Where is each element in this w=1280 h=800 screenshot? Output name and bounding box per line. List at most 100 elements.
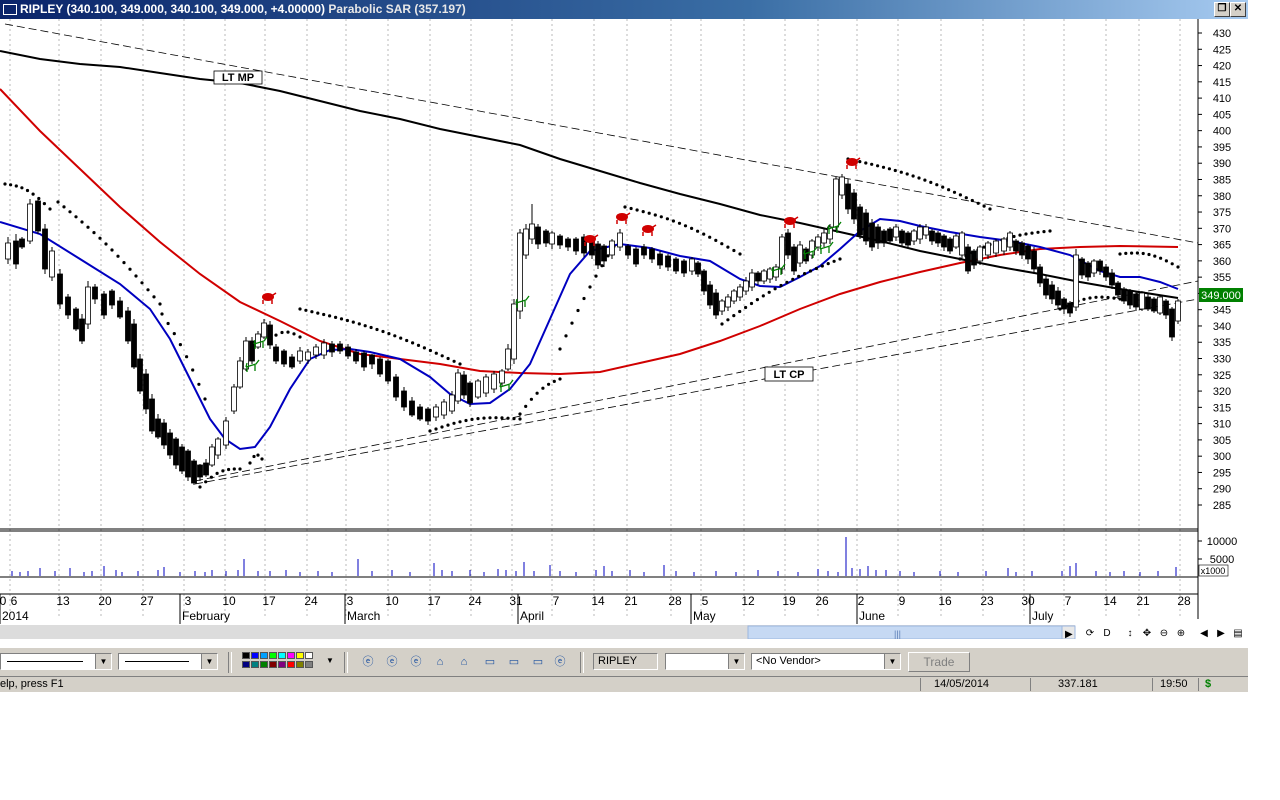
window-system-icon[interactable] bbox=[3, 4, 17, 15]
candle-body bbox=[57, 273, 63, 305]
candle-body bbox=[455, 372, 461, 402]
line-width-select[interactable]: ▼ bbox=[118, 653, 218, 670]
candle-body bbox=[625, 245, 631, 256]
window-list-icon[interactable]: ▤ bbox=[1230, 626, 1246, 642]
volume-tick-label: 5000 bbox=[1210, 554, 1234, 566]
color-palette[interactable] bbox=[242, 652, 324, 672]
candle-body bbox=[385, 360, 391, 382]
web-icon[interactable]: ⓔ bbox=[552, 654, 568, 670]
candle-body bbox=[209, 446, 215, 466]
date-tick-label: 30 bbox=[1021, 594, 1035, 608]
chart-scrollbar[interactable]: ||| ▶ bbox=[0, 625, 1076, 640]
candle-body bbox=[13, 240, 19, 265]
candle-body bbox=[137, 358, 143, 392]
chart-area[interactable]: 430 425 420 415 410 405 400 395 390 385 380 375 370 3… bbox=[0, 19, 1248, 640]
periodicity-button[interactable]: D bbox=[1099, 626, 1115, 642]
web-icon[interactable]: ⓔ bbox=[360, 654, 376, 670]
chevron-down-icon[interactable]: ▼ bbox=[95, 654, 111, 669]
candle-body bbox=[1145, 296, 1151, 310]
scrollbar-thumb bbox=[747, 625, 1063, 640]
candle-body bbox=[743, 280, 749, 292]
sar-dot bbox=[286, 330, 290, 334]
periodicity-select[interactable]: ▼ bbox=[665, 653, 745, 670]
candle-body bbox=[179, 446, 185, 472]
candle-body bbox=[337, 343, 343, 352]
month-label: July bbox=[1032, 609, 1053, 623]
line-style-select[interactable]: ▼ bbox=[0, 653, 112, 670]
candle-body bbox=[1103, 266, 1109, 278]
sar-dot bbox=[399, 336, 403, 340]
sar-dot bbox=[238, 467, 242, 471]
web-icon[interactable]: ⓔ bbox=[408, 654, 424, 670]
date-tick-label: 19 bbox=[782, 594, 796, 608]
price-tick-label: 315 bbox=[1213, 402, 1231, 414]
candle-body bbox=[197, 464, 203, 478]
chevron-down-icon[interactable]: ▼ bbox=[728, 654, 744, 669]
zoom-in-icon[interactable]: ⊕ bbox=[1173, 626, 1189, 642]
sar-dot bbox=[252, 454, 256, 459]
candle-body bbox=[345, 346, 351, 357]
scroll-right-icon[interactable]: ▶ bbox=[1213, 626, 1229, 642]
symbol-field[interactable]: RIPLEY bbox=[593, 653, 658, 670]
sar-dot bbox=[152, 295, 156, 299]
layout-icon[interactable]: ▭ bbox=[506, 654, 522, 670]
sar-dot bbox=[535, 391, 539, 395]
sar-dot bbox=[958, 257, 962, 261]
chevron-down-icon[interactable]: ▼ bbox=[884, 654, 900, 669]
vendor-select[interactable]: <No Vendor> ▼ bbox=[751, 653, 901, 670]
sar-dot bbox=[488, 416, 492, 420]
price-tick-label: 355 bbox=[1213, 272, 1231, 284]
title-text: RIPLEY (340.100, 349.000, 340.100, 349.0… bbox=[20, 0, 466, 19]
sar-dot bbox=[732, 314, 736, 318]
candle-body bbox=[461, 374, 467, 396]
trade-button[interactable]: Trade bbox=[908, 652, 970, 672]
candle-body bbox=[483, 376, 489, 394]
chart-icon[interactable]: ⌂ bbox=[432, 654, 448, 670]
price-chart[interactable]: 4304254204154104054003953903853803753703… bbox=[0, 19, 1248, 640]
candle-body bbox=[321, 342, 327, 356]
sar-dot bbox=[702, 232, 706, 236]
candle-body bbox=[167, 432, 173, 456]
month-label: 2014 bbox=[2, 609, 29, 623]
volume-multiplier: x1000 bbox=[1198, 564, 1229, 577]
candle-body bbox=[839, 176, 845, 196]
close-icon[interactable]: ✕ bbox=[1230, 2, 1246, 17]
date-tick-label: 10 bbox=[222, 594, 236, 608]
palette-dropdown-icon[interactable]: ▼ bbox=[326, 656, 334, 665]
vertical-scale-icon[interactable]: ↕ bbox=[1122, 626, 1138, 642]
sar-dot bbox=[191, 368, 195, 372]
sar-dot bbox=[970, 198, 974, 203]
pan-icon[interactable]: ✥ bbox=[1139, 626, 1155, 642]
sar-dot bbox=[941, 185, 945, 189]
chart-window-titlebar[interactable]: RIPLEY (340.100, 349.000, 340.100, 349.0… bbox=[0, 0, 1248, 19]
date-tick-label: 17 bbox=[262, 594, 276, 608]
sar-dot bbox=[20, 186, 24, 190]
candle-body bbox=[517, 232, 523, 312]
chevron-down-icon[interactable]: ▼ bbox=[201, 654, 217, 669]
refresh-icon[interactable]: ⟳ bbox=[1082, 626, 1098, 642]
price-tick-label: 360 bbox=[1213, 256, 1231, 268]
zoom-out-icon[interactable]: ⊖ bbox=[1156, 626, 1172, 642]
sar-dot bbox=[923, 178, 927, 182]
candle-body bbox=[475, 380, 481, 398]
candle-body bbox=[633, 248, 639, 265]
restore-icon[interactable]: ❐ bbox=[1214, 2, 1230, 17]
sar-dot bbox=[588, 285, 592, 289]
candle-body bbox=[1001, 238, 1007, 252]
candle-body bbox=[511, 303, 517, 360]
candle-body bbox=[773, 266, 779, 278]
layout-icon[interactable]: ▭ bbox=[482, 654, 498, 670]
candle-body bbox=[785, 232, 791, 256]
sar-dot bbox=[982, 204, 986, 208]
layout-icon[interactable]: ▭ bbox=[530, 654, 546, 670]
price-tick-label: 410 bbox=[1213, 93, 1231, 105]
sar-dot bbox=[1030, 231, 1034, 235]
sar-dot bbox=[911, 174, 915, 178]
scroll-left-icon[interactable]: ◀ bbox=[1196, 626, 1212, 642]
web-icon[interactable]: ⓔ bbox=[384, 654, 400, 670]
month-label: June bbox=[859, 609, 885, 623]
chart-icon[interactable]: ⌂ bbox=[456, 654, 472, 670]
candle-body bbox=[1115, 282, 1121, 296]
date-tick-label: 26 bbox=[815, 594, 829, 608]
candle-body bbox=[237, 360, 243, 388]
